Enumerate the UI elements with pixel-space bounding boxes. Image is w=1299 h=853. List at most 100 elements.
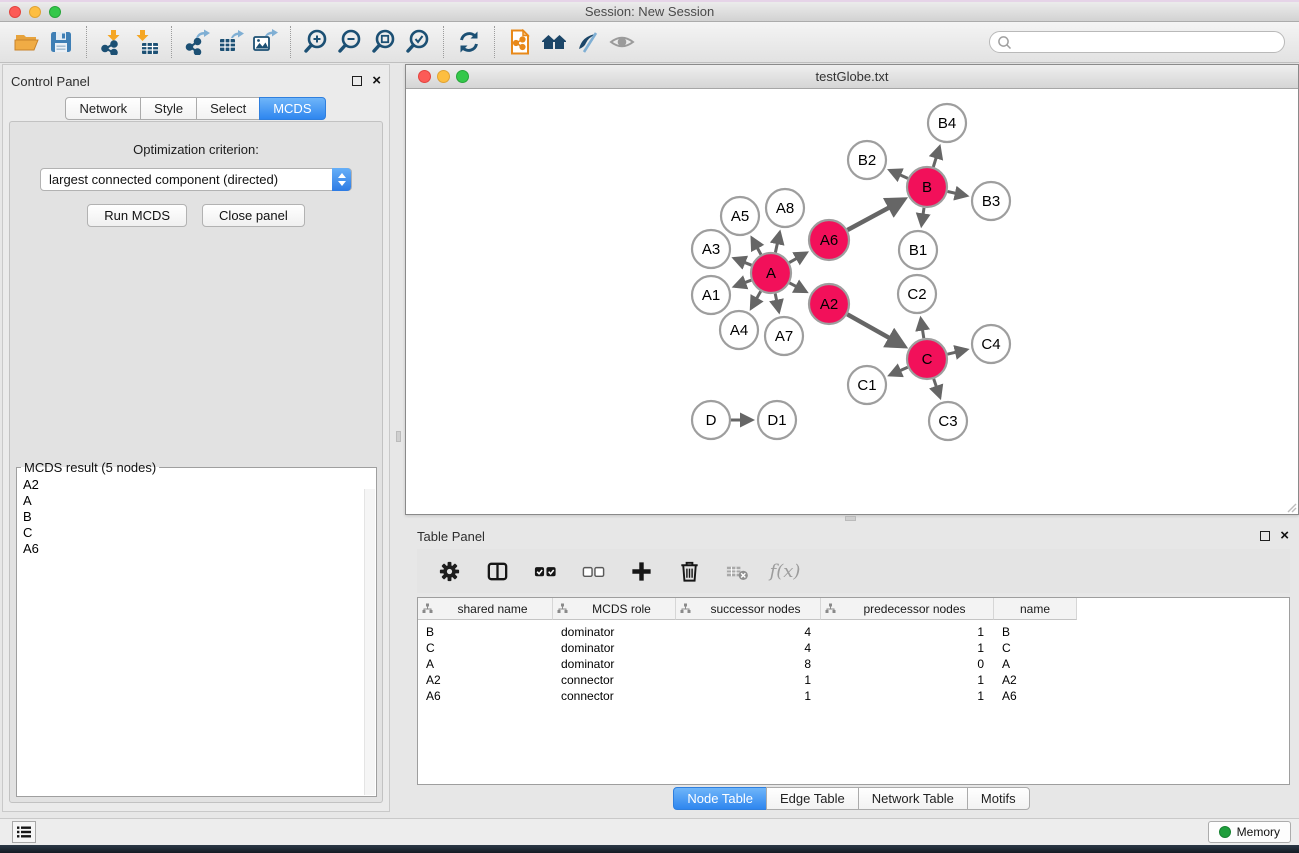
close-table-panel-icon[interactable]: ×: [1280, 531, 1289, 541]
result-item-a[interactable]: A: [23, 493, 370, 509]
result-item-a6[interactable]: A6: [23, 541, 370, 557]
resize-grip-icon[interactable]: [1285, 501, 1297, 513]
cell-predecessor-nodes[interactable]: 1: [821, 641, 994, 655]
zoom-selected-button[interactable]: [401, 26, 435, 58]
table-row[interactable]: A6connector11A6: [418, 688, 1289, 704]
cell-predecessor-nodes[interactable]: 1: [821, 673, 994, 687]
cell-name[interactable]: A: [994, 657, 1077, 671]
cell-shared-name[interactable]: A6: [418, 689, 553, 703]
zoom-in-button[interactable]: [299, 26, 333, 58]
cell-mcds-role[interactable]: connector: [553, 673, 676, 687]
cell-shared-name[interactable]: B: [418, 625, 553, 639]
cell-predecessor-nodes[interactable]: 1: [821, 625, 994, 639]
graph-node-A3[interactable]: A3: [692, 230, 730, 268]
run-mcds-button[interactable]: Run MCDS: [87, 204, 187, 227]
cell-name[interactable]: C: [994, 641, 1077, 655]
cell-name[interactable]: B: [994, 625, 1077, 639]
apply-layout-button[interactable]: [452, 26, 486, 58]
graphics-details-button[interactable]: [571, 26, 605, 58]
graph-node-A5[interactable]: A5: [721, 197, 759, 235]
import-table-button[interactable]: [129, 26, 163, 58]
cell-shared-name[interactable]: A: [418, 657, 553, 671]
graph-node-C[interactable]: C: [907, 339, 947, 379]
vertical-splitter-handle[interactable]: [396, 431, 401, 442]
column-header-predecessor-nodes[interactable]: predecessor nodes: [821, 598, 994, 620]
table-settings-button[interactable]: [435, 557, 463, 585]
criterion-select[interactable]: largest connected component (directed): [40, 168, 352, 191]
graph-node-B[interactable]: B: [907, 167, 947, 207]
graph-node-A2[interactable]: A2: [809, 284, 849, 324]
cell-predecessor-nodes[interactable]: 0: [821, 657, 994, 671]
split-view-button[interactable]: [483, 557, 511, 585]
tab-node-table[interactable]: Node Table: [673, 787, 767, 810]
cell-successor-nodes[interactable]: 1: [676, 689, 821, 703]
result-item-b[interactable]: B: [23, 509, 370, 525]
graph-node-C1[interactable]: C1: [848, 366, 886, 404]
table-row[interactable]: Bdominator41B: [418, 624, 1289, 640]
graph-node-A8[interactable]: A8: [766, 189, 804, 227]
import-network-button[interactable]: [95, 26, 129, 58]
tab-network[interactable]: Network: [65, 97, 141, 120]
table-row[interactable]: Adominator80A: [418, 656, 1289, 672]
graph-node-A6[interactable]: A6: [809, 220, 849, 260]
graph-node-A[interactable]: A: [751, 253, 791, 293]
column-header-name[interactable]: name: [994, 598, 1077, 620]
export-table-button[interactable]: [214, 26, 248, 58]
tab-style[interactable]: Style: [140, 97, 197, 120]
delete-table-button[interactable]: [723, 557, 751, 585]
task-history-button[interactable]: [12, 821, 36, 843]
cell-mcds-role[interactable]: dominator: [553, 657, 676, 671]
cell-mcds-role[interactable]: connector: [553, 689, 676, 703]
search-input[interactable]: [1013, 33, 1278, 51]
table-row[interactable]: A2connector11A2: [418, 672, 1289, 688]
cell-mcds-role[interactable]: dominator: [553, 641, 676, 655]
table-row[interactable]: Cdominator41C: [418, 640, 1289, 656]
graph-node-A4[interactable]: A4: [720, 311, 758, 349]
show-hide-button[interactable]: [605, 26, 639, 58]
tab-edge-table[interactable]: Edge Table: [766, 787, 859, 810]
new-network-button[interactable]: [503, 26, 537, 58]
cell-mcds-role[interactable]: dominator: [553, 625, 676, 639]
apply-function-button[interactable]: f(x): [771, 557, 799, 585]
cell-name[interactable]: A6: [994, 689, 1077, 703]
tab-network-table[interactable]: Network Table: [858, 787, 968, 810]
cell-shared-name[interactable]: A2: [418, 673, 553, 687]
graph-node-B4[interactable]: B4: [928, 104, 966, 142]
graph-node-C2[interactable]: C2: [898, 275, 936, 313]
graph-node-C4[interactable]: C4: [972, 325, 1010, 363]
graph-node-B1[interactable]: B1: [899, 231, 937, 269]
tab-select[interactable]: Select: [196, 97, 260, 120]
close-panel-icon[interactable]: ×: [372, 76, 381, 86]
column-header-shared-name[interactable]: shared name: [418, 598, 553, 620]
network-canvas[interactable]: B4B2BB3A5A8A6A3B1AA1C2A2A4A7C4CC1C3DD1: [406, 89, 1298, 514]
graph-node-A1[interactable]: A1: [692, 276, 730, 314]
search-field[interactable]: [989, 31, 1285, 53]
result-scrollbar[interactable]: [364, 489, 375, 795]
add-column-button[interactable]: [627, 557, 655, 585]
cell-name[interactable]: A2: [994, 673, 1077, 687]
cell-successor-nodes[interactable]: 8: [676, 657, 821, 671]
close-panel-button[interactable]: Close panel: [202, 204, 305, 227]
cell-successor-nodes[interactable]: 4: [676, 641, 821, 655]
graph-node-B3[interactable]: B3: [972, 182, 1010, 220]
graph-node-B2[interactable]: B2: [848, 141, 886, 179]
cell-predecessor-nodes[interactable]: 1: [821, 689, 994, 703]
float-table-panel-icon[interactable]: [1260, 531, 1270, 541]
save-session-button[interactable]: [44, 26, 78, 58]
tab-mcds[interactable]: MCDS: [259, 97, 325, 120]
tab-motifs[interactable]: Motifs: [967, 787, 1030, 810]
column-header-mcds-role[interactable]: MCDS role: [553, 598, 676, 620]
graph-node-D[interactable]: D: [692, 401, 730, 439]
open-session-button[interactable]: [10, 26, 44, 58]
memory-button[interactable]: Memory: [1208, 821, 1291, 843]
first-neighbors-button[interactable]: [537, 26, 571, 58]
zoom-fit-button[interactable]: [367, 26, 401, 58]
float-panel-icon[interactable]: [352, 76, 362, 86]
cell-shared-name[interactable]: C: [418, 641, 553, 655]
column-header-successor-nodes[interactable]: successor nodes: [676, 598, 821, 620]
cell-successor-nodes[interactable]: 1: [676, 673, 821, 687]
select-all-button[interactable]: [531, 557, 559, 585]
zoom-out-button[interactable]: [333, 26, 367, 58]
graph-node-C3[interactable]: C3: [929, 402, 967, 440]
deselect-all-button[interactable]: [579, 557, 607, 585]
